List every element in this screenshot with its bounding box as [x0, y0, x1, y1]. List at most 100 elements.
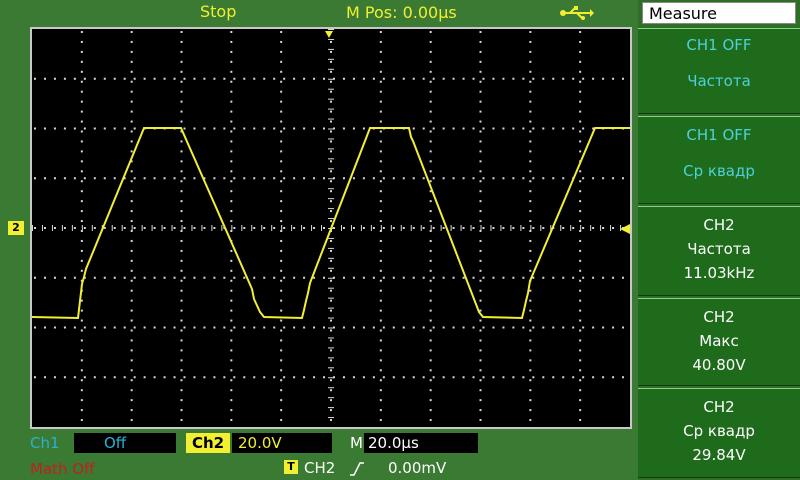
grid-dot: [73, 227, 76, 229]
grid-dot: [63, 376, 66, 379]
menu-slot-5-ch2-rms[interactable]: CH2 Ср квадр 29.84V: [638, 388, 800, 478]
grid-dot: [479, 319, 482, 322]
usb-icon: [560, 6, 594, 20]
grid-dot: [432, 376, 435, 379]
grid-dot: [379, 349, 382, 352]
grid-dot: [479, 269, 482, 272]
grid-dot: [113, 127, 116, 130]
center-axis-tick: [321, 225, 323, 231]
grid-dot: [529, 190, 532, 193]
grid-dot: [180, 80, 183, 83]
grid-dot: [529, 379, 532, 382]
grid-dot: [379, 100, 382, 103]
grid-dot: [213, 77, 216, 80]
grid-dot: [293, 376, 296, 379]
grid-dot: [502, 326, 505, 329]
grid-dot: [43, 276, 46, 279]
menu-slot-1-ch1-frequency[interactable]: CH1 OFF Частота: [638, 28, 800, 114]
center-axis-tick: [590, 225, 592, 231]
grid-dot: [529, 180, 532, 183]
grid-dot: [442, 77, 445, 80]
menu-slot-3-ch2-frequency[interactable]: CH2 Частота 11.03kHz: [638, 206, 800, 296]
grid-dot: [379, 409, 382, 412]
grid-dot: [223, 177, 226, 180]
grid-dot: [602, 326, 605, 329]
grid-dot: [143, 177, 146, 180]
grid-dot: [572, 227, 575, 229]
menu-slot-5-type: Ср квадр: [683, 422, 755, 440]
grid-dot: [180, 389, 183, 392]
center-axis-tick: [328, 347, 334, 349]
menu-slot-2-ch1-rms[interactable]: CH1 OFF Ср квадр: [638, 116, 800, 204]
grid-dot: [429, 220, 432, 223]
grid-dot: [173, 326, 176, 329]
grid-dot: [352, 326, 355, 329]
grid-dot: [330, 140, 332, 143]
grid-dot: [479, 289, 482, 292]
grid-dot: [280, 50, 283, 53]
grid-dot: [429, 140, 432, 143]
grid-dot: [330, 180, 332, 183]
grid-dot: [579, 210, 582, 213]
center-axis-tick: [261, 225, 263, 231]
grid-dot: [80, 329, 83, 332]
grid-dot: [113, 77, 116, 80]
grid-dot: [83, 227, 86, 229]
center-axis-tick: [328, 78, 334, 80]
grid-dot: [402, 177, 405, 180]
grid-dot: [230, 90, 233, 93]
grid-dot: [180, 120, 183, 123]
grid-dot: [133, 276, 136, 279]
grid-dot: [379, 80, 382, 83]
grid-dot: [379, 419, 382, 422]
grid-dot: [372, 326, 375, 329]
grid-dot: [280, 319, 283, 322]
grid-dot: [462, 276, 465, 279]
center-axis-tick: [450, 225, 452, 231]
grid-dot: [230, 210, 233, 213]
menu-slot-4-ch2-max[interactable]: CH2 Макс 40.80V: [638, 298, 800, 386]
grid-dot: [529, 399, 532, 402]
grid-dot: [280, 389, 283, 392]
center-axis-tick: [328, 297, 334, 299]
grid-dot: [330, 279, 332, 282]
grid-dot: [80, 259, 83, 262]
grid-dot: [113, 376, 116, 379]
grid-dot: [529, 359, 532, 362]
grid-dot: [529, 349, 532, 352]
grid-dot: [130, 220, 133, 223]
grid-dot: [522, 227, 525, 229]
grid-dot: [382, 227, 385, 229]
grid-dot: [180, 309, 183, 312]
grid-dot: [43, 326, 46, 329]
grid-dot: [130, 110, 133, 113]
grid-dot: [579, 190, 582, 193]
grid-dot: [273, 127, 276, 130]
menu-slot-3-source: CH2: [703, 216, 735, 234]
horizontal-position: M Pos: 0.00µs: [346, 3, 457, 22]
grid-dot: [230, 259, 233, 262]
grid-dot: [230, 399, 233, 402]
grid-dot: [512, 227, 515, 229]
grid-dot: [429, 120, 432, 123]
grid-dot: [532, 177, 535, 180]
grid-dot: [80, 339, 83, 342]
grid-dot: [230, 279, 233, 282]
center-axis-tick: [328, 257, 334, 259]
center-axis-tick: [281, 225, 283, 231]
center-axis-tick: [328, 188, 334, 190]
grid-dot: [342, 227, 345, 229]
grid-dot: [230, 180, 233, 183]
grid-dot: [230, 50, 233, 53]
grid-dot: [230, 100, 233, 103]
grid-dot: [230, 140, 233, 143]
grid-dot: [293, 227, 296, 229]
grid-dot: [582, 326, 585, 329]
grid-dot: [293, 177, 296, 180]
grid-dot: [133, 77, 136, 80]
grid-dot: [452, 77, 455, 80]
grid-dot: [579, 269, 582, 272]
grid-dot: [203, 227, 206, 229]
grid-dot: [330, 170, 332, 173]
grid-dot: [579, 120, 582, 123]
